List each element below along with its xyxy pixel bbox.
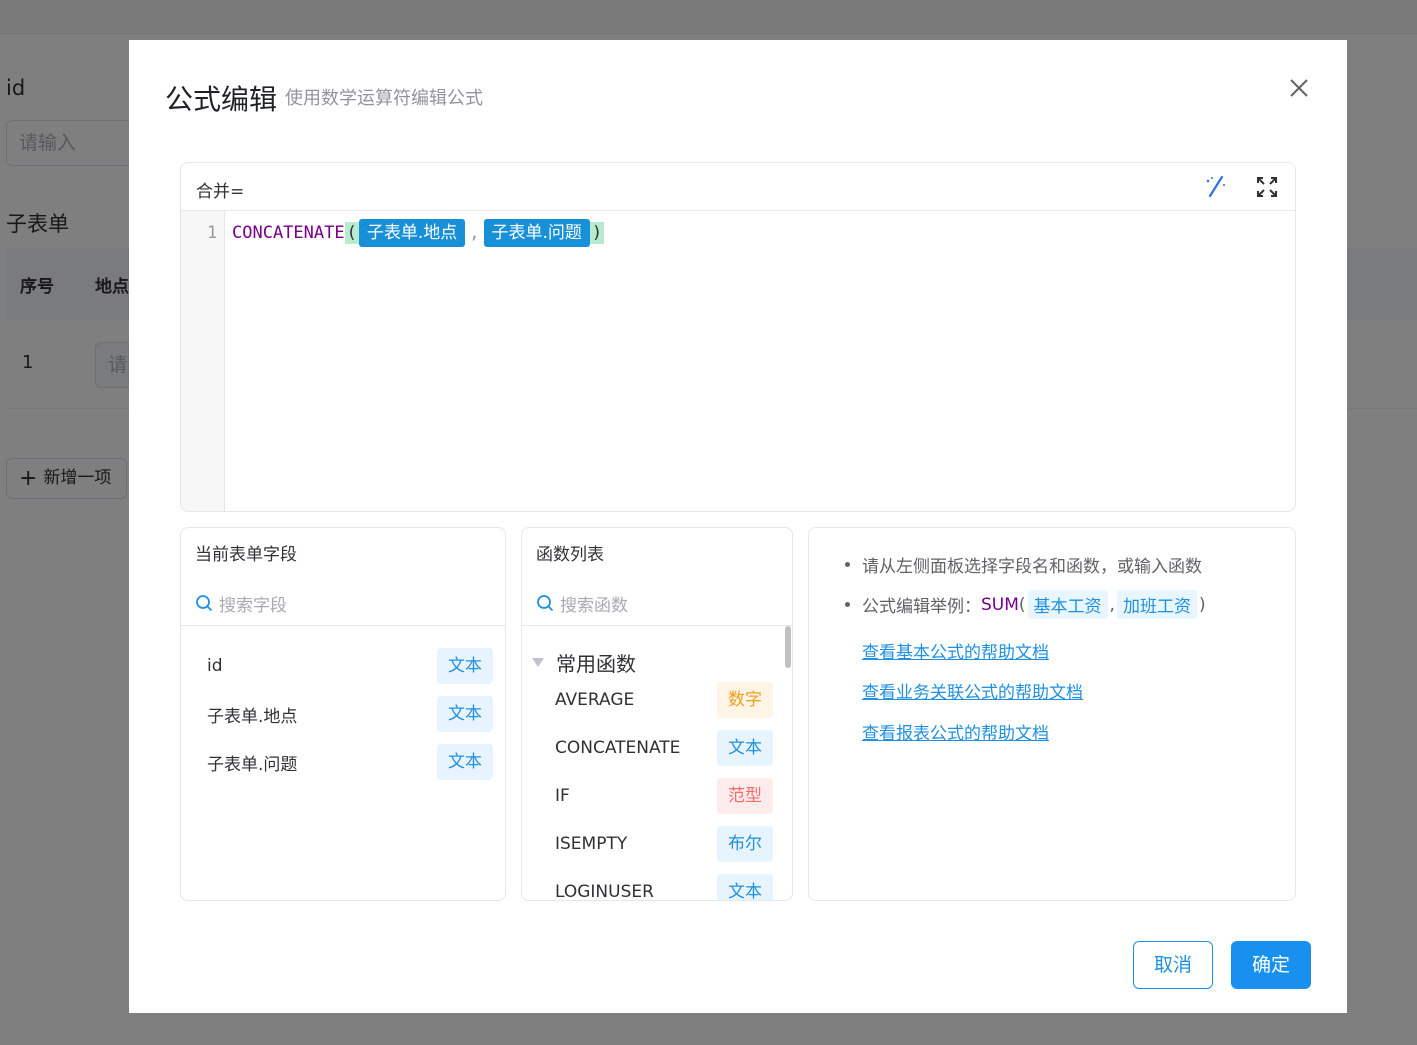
- search-icon: [196, 595, 213, 612]
- help-example-arg: 基本工资: [1027, 590, 1108, 619]
- field-type-badge: 文本: [437, 648, 493, 684]
- search-icon: [537, 595, 554, 612]
- function-type-badge: 文本: [717, 730, 773, 766]
- code-close-paren: ): [589, 222, 605, 244]
- bullet: [845, 602, 850, 607]
- editor-header: 合并=: [181, 163, 1295, 211]
- help-link-basic[interactable]: 查看基本公式的帮助文档: [862, 638, 1049, 663]
- function-list[interactable]: 常用函数 AVERAGE 数字 CONCATENATE 文本 IF 范型 ISE…: [522, 626, 792, 901]
- help-tip: 请从左侧面板选择字段名和函数，或输入函数: [845, 552, 1202, 577]
- help-example-function: SUM: [981, 594, 1019, 615]
- help-example-label: 公式编辑举例：: [862, 597, 981, 617]
- formula-editor[interactable]: 合并= 1 CONCATENATE ( 子表单.地点 , 子表单.问题 ): [180, 162, 1296, 512]
- function-search-placeholder: 搜索函数: [560, 595, 628, 616]
- caret-down-icon: [532, 658, 544, 667]
- fields-panel-title: 当前表单字段: [195, 545, 297, 565]
- help-example-close: ): [1198, 594, 1206, 615]
- functions-panel: 函数列表 搜索函数 常用函数 AVERAGE 数字 CONCATENATE 文本…: [521, 527, 793, 901]
- code-line[interactable]: CONCATENATE ( 子表单.地点 , 子表单.问题 ): [232, 218, 605, 248]
- function-group-label: 常用函数: [556, 652, 636, 676]
- field-item-name: id: [207, 656, 223, 676]
- editor-label: 合并=: [196, 182, 245, 202]
- field-item-question[interactable]: 子表单.问题 文本: [207, 744, 493, 780]
- function-item-concatenate[interactable]: CONCATENATE 文本: [555, 730, 773, 766]
- editor-gutter: [181, 211, 225, 511]
- code-open-paren: (: [344, 222, 359, 244]
- field-item-name: 子表单.地点: [207, 706, 298, 727]
- function-search-input[interactable]: 搜索函数: [536, 590, 628, 616]
- cancel-button[interactable]: 取消: [1133, 941, 1213, 989]
- functions-panel-title: 函数列表: [536, 545, 604, 565]
- field-type-badge: 文本: [437, 696, 493, 732]
- function-item-loginuser[interactable]: LOGINUSER 文本: [555, 874, 773, 901]
- field-item-name: 子表单.问题: [207, 754, 298, 775]
- function-item-name: LOGINUSER: [555, 882, 654, 901]
- help-example-sep: ,: [1109, 594, 1115, 615]
- help-link-business[interactable]: 查看业务关联公式的帮助文档: [862, 678, 1083, 703]
- function-type-badge: 范型: [717, 778, 773, 814]
- code-comma: ,: [469, 223, 480, 243]
- close-icon[interactable]: [1285, 74, 1313, 102]
- function-item-isempty[interactable]: ISEMPTY 布尔: [555, 826, 773, 862]
- function-item-name: IF: [555, 786, 570, 806]
- help-example-arg: 加班工资: [1116, 590, 1197, 619]
- dialog-subtitle: 使用数学运算符编辑公式: [285, 88, 483, 109]
- function-item-average[interactable]: AVERAGE 数字: [555, 682, 773, 718]
- help-tip-text: 请从左侧面板选择字段名和函数，或输入函数: [862, 557, 1202, 577]
- line-number: 1: [207, 223, 218, 243]
- function-list-scrollbar[interactable]: [785, 626, 791, 668]
- help-link-report[interactable]: 查看报表公式的帮助文档: [862, 719, 1049, 744]
- bullet: [845, 562, 850, 567]
- field-item-location[interactable]: 子表单.地点 文本: [207, 696, 493, 732]
- field-item-id[interactable]: id 文本: [207, 648, 493, 684]
- function-item-name: ISEMPTY: [555, 834, 628, 854]
- magic-wand-icon[interactable]: [1201, 173, 1229, 201]
- function-type-badge: 布尔: [717, 826, 773, 862]
- help-example-open: (: [1018, 594, 1026, 615]
- function-item-if[interactable]: IF 范型: [555, 778, 773, 814]
- confirm-button[interactable]: 确定: [1231, 941, 1311, 989]
- code-field-tag[interactable]: 子表单.问题: [483, 219, 590, 247]
- function-group-common[interactable]: 常用函数: [532, 648, 636, 677]
- code-field-tag[interactable]: 子表单.地点: [358, 219, 466, 247]
- function-item-name: CONCATENATE: [555, 738, 681, 758]
- field-type-badge: 文本: [437, 744, 493, 780]
- function-type-badge: 文本: [717, 874, 773, 900]
- function-item-name: AVERAGE: [555, 690, 635, 710]
- fullscreen-icon[interactable]: [1255, 175, 1279, 199]
- field-search-input[interactable]: 搜索字段: [195, 590, 287, 616]
- code-function-name: CONCATENATE: [232, 223, 345, 243]
- field-search-placeholder: 搜索字段: [219, 595, 287, 616]
- help-example: 公式编辑举例： SUM ( 基本工资 , 加班工资 ): [845, 590, 1206, 619]
- search-divider: [181, 625, 505, 626]
- function-type-badge: 数字: [717, 682, 773, 718]
- dialog-title: 公式编辑: [165, 83, 278, 116]
- fields-panel: 当前表单字段 搜索字段 id 文本 子表单.地点 文本 子表单.问题 文本: [180, 527, 506, 901]
- help-panel: 请从左侧面板选择字段名和函数，或输入函数 公式编辑举例： SUM ( 基本工资 …: [808, 527, 1296, 901]
- formula-dialog: 公式编辑 使用数学运算符编辑公式 合并= 1 CONCATENATE (子表单…: [129, 40, 1347, 1013]
